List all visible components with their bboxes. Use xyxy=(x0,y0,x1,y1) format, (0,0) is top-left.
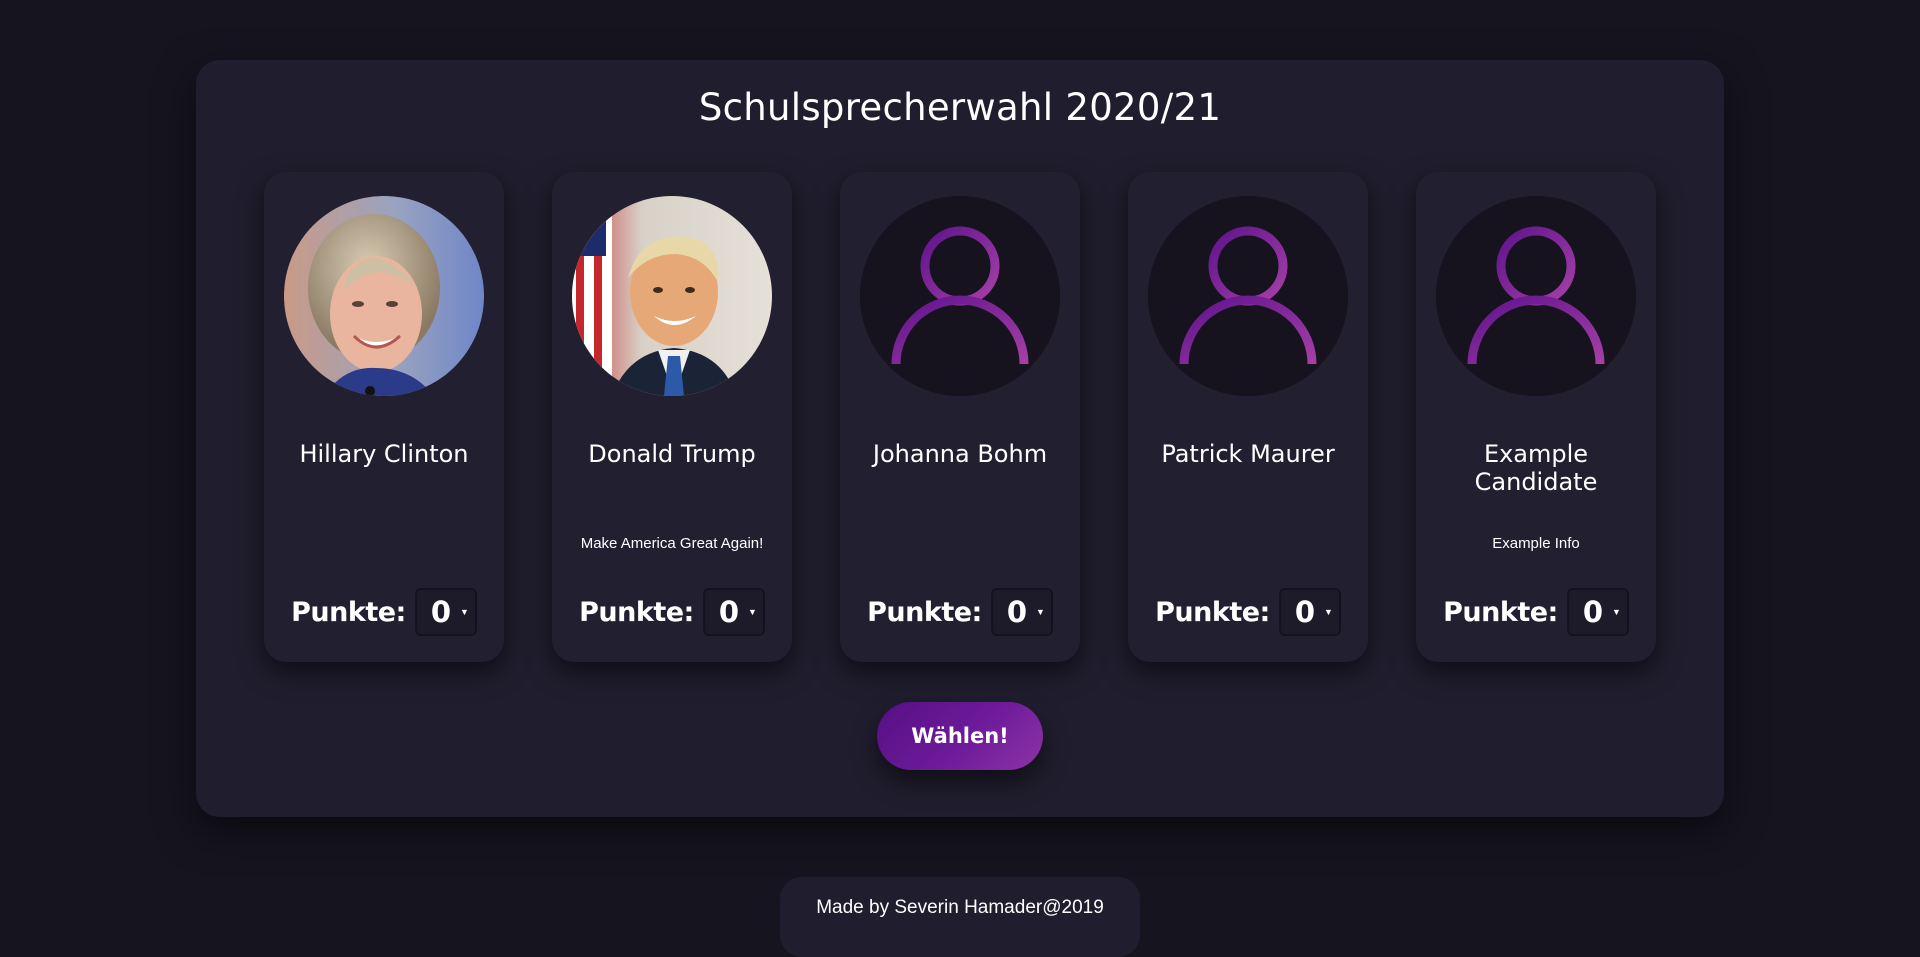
voting-panel: Schulsprecherwahl 2020/21 Hillary Clinto… xyxy=(196,60,1724,817)
points-row: Punkte: 0 ▼ xyxy=(264,588,504,636)
points-select-value: 0 xyxy=(718,594,740,629)
points-select-value: 0 xyxy=(1006,594,1028,629)
candidate-card: Donald Trump Make America Great Again! P… xyxy=(552,172,792,662)
points-select-value: 0 xyxy=(430,594,452,629)
points-select[interactable]: 0 ▼ xyxy=(702,588,765,636)
candidate-card: Example Candidate Example Info Punkte: 0… xyxy=(1416,172,1656,662)
user-placeholder-icon xyxy=(1467,226,1605,365)
points-select[interactable]: 0 ▼ xyxy=(414,588,477,636)
candidate-name: Donald Trump xyxy=(588,440,756,468)
dropdown-arrow-icon: ▼ xyxy=(460,607,469,617)
footer-text: Made by Severin Hamader@2019 xyxy=(816,897,1104,918)
candidate-photo-image xyxy=(284,196,484,396)
page-title: Schulsprecherwahl 2020/21 xyxy=(698,86,1222,129)
candidate-info: Make America Great Again! xyxy=(580,535,764,552)
candidate-name: Example Candidate xyxy=(1474,440,1598,496)
points-select[interactable]: 0 ▼ xyxy=(1278,588,1341,636)
dropdown-arrow-icon: ▼ xyxy=(1324,607,1333,617)
candidate-photo xyxy=(1148,196,1348,396)
candidate-card: Patrick Maurer Punkte: 0 ▼ xyxy=(1128,172,1368,662)
points-select[interactable]: 0 ▼ xyxy=(1566,588,1629,636)
dropdown-arrow-icon: ▼ xyxy=(1036,607,1045,617)
points-label: Punkte: xyxy=(1443,596,1558,628)
candidate-info: Example Info xyxy=(1492,535,1580,552)
vote-button[interactable]: Wählen! xyxy=(877,702,1043,770)
candidate-photo xyxy=(1436,196,1636,396)
user-placeholder-icon xyxy=(891,226,1029,365)
candidate-name: Johanna Bohm xyxy=(872,440,1048,468)
footer: Made by Severin Hamader@2019 xyxy=(780,877,1140,957)
points-row: Punkte: 0 ▼ xyxy=(1128,588,1368,636)
points-label: Punkte: xyxy=(1155,596,1270,628)
candidate-name: Patrick Maurer xyxy=(1161,440,1335,468)
points-select-value: 0 xyxy=(1294,594,1316,629)
candidate-photo xyxy=(572,196,772,396)
points-row: Punkte: 0 ▼ xyxy=(840,588,1080,636)
candidate-name: Hillary Clinton xyxy=(299,440,469,468)
candidate-photo xyxy=(860,196,1060,396)
candidate-photo xyxy=(284,196,484,396)
points-select-value: 0 xyxy=(1582,594,1604,629)
candidate-photo-image xyxy=(572,196,772,396)
points-row: Punkte: 0 ▼ xyxy=(552,588,792,636)
points-label: Punkte: xyxy=(867,596,982,628)
points-select[interactable]: 0 ▼ xyxy=(990,588,1053,636)
candidate-card: Johanna Bohm Punkte: 0 ▼ xyxy=(840,172,1080,662)
points-label: Punkte: xyxy=(291,596,406,628)
points-label: Punkte: xyxy=(579,596,694,628)
dropdown-arrow-icon: ▼ xyxy=(1612,607,1621,617)
points-row: Punkte: 0 ▼ xyxy=(1416,588,1656,636)
candidate-card: Hillary Clinton Punkte: 0 ▼ xyxy=(264,172,504,662)
user-placeholder-icon xyxy=(1179,226,1317,365)
dropdown-arrow-icon: ▼ xyxy=(748,607,757,617)
